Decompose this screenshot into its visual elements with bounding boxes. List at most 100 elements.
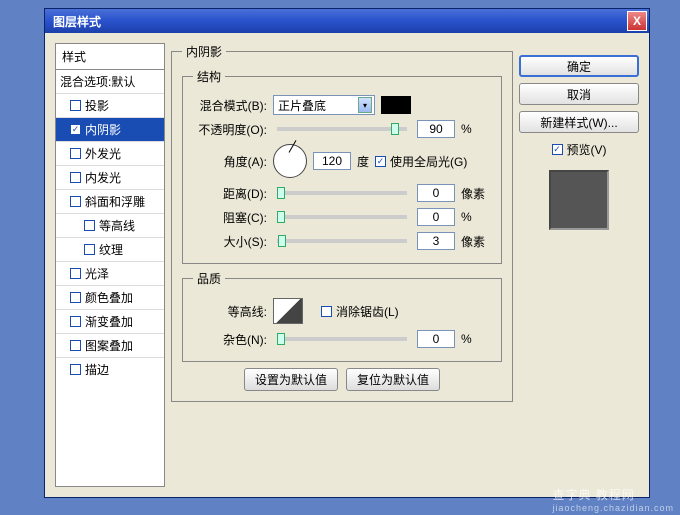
- checkbox-icon: [70, 316, 81, 327]
- noise-slider[interactable]: [277, 337, 407, 341]
- preview-label: 预览(V): [567, 141, 607, 158]
- style-list-label: 颜色叠加: [85, 289, 133, 306]
- checkbox-icon: [70, 268, 81, 279]
- quality-group: 品质 等高线: 消除锯齿(L) 杂色(N):: [182, 270, 502, 362]
- style-list-label: 斜面和浮雕: [85, 193, 145, 210]
- blend-mode-dropdown[interactable]: 正片叠底 ▾: [273, 95, 375, 115]
- checkbox-icon: [70, 148, 81, 159]
- global-light-checkbox[interactable]: 使用全局光(G): [375, 153, 467, 170]
- reset-default-button[interactable]: 复位为默认值: [346, 368, 440, 391]
- contour-label: 等高线:: [193, 303, 267, 320]
- watermark: 查字典 教程网 jiaocheng.chazidian.com: [552, 486, 674, 513]
- checkbox-icon: [375, 156, 386, 167]
- style-list-label: 描边: [85, 361, 109, 378]
- style-list-item[interactable]: 投影: [56, 93, 164, 117]
- structure-group: 结构 混合模式(B): 正片叠底 ▾ 不透明度(O): %: [182, 68, 502, 264]
- style-list-label: 光泽: [85, 265, 109, 282]
- opacity-label: 不透明度(O):: [193, 121, 267, 138]
- size-slider[interactable]: [277, 239, 407, 243]
- style-list-item[interactable]: 等高线: [56, 213, 164, 237]
- checkbox-icon: [321, 306, 332, 317]
- new-style-button[interactable]: 新建样式(W)...: [519, 111, 639, 133]
- style-list-item[interactable]: 纹理: [56, 237, 164, 261]
- style-list-label: 投影: [85, 97, 109, 114]
- style-list-label: 渐变叠加: [85, 313, 133, 330]
- close-button[interactable]: X: [627, 11, 647, 31]
- shadow-color-swatch[interactable]: [381, 96, 411, 114]
- distance-unit: 像素: [461, 185, 491, 202]
- checkbox-icon: [70, 172, 81, 183]
- styles-column: 样式 混合选项:默认投影内阴影外发光内发光斜面和浮雕等高线纹理光泽颜色叠加渐变叠…: [55, 43, 165, 487]
- dialog-body: 样式 混合选项:默认投影内阴影外发光内发光斜面和浮雕等高线纹理光泽颜色叠加渐变叠…: [45, 33, 649, 497]
- checkbox-icon: [84, 244, 95, 255]
- inner-shadow-group: 内阴影 结构 混合模式(B): 正片叠底 ▾ 不透明度(O):: [171, 43, 513, 402]
- preview-checkbox[interactable]: 预览(V): [519, 141, 639, 158]
- style-list-item[interactable]: 内阴影: [56, 117, 164, 141]
- style-list-item[interactable]: 内发光: [56, 165, 164, 189]
- size-unit: 像素: [461, 233, 491, 250]
- ok-button[interactable]: 确定: [519, 55, 639, 77]
- style-list-label: 图案叠加: [85, 337, 133, 354]
- style-list-item[interactable]: 混合选项:默认: [56, 70, 164, 93]
- blend-mode-value: 正片叠底: [278, 97, 326, 114]
- styles-header: 样式: [55, 43, 165, 69]
- distance-input[interactable]: [417, 184, 455, 202]
- quality-legend: 品质: [193, 270, 225, 287]
- choke-label: 阻塞(C):: [193, 209, 267, 226]
- distance-label: 距离(D):: [193, 185, 267, 202]
- style-list-label: 内发光: [85, 169, 121, 186]
- checkbox-icon: [70, 292, 81, 303]
- preview-swatch: [549, 170, 609, 230]
- distance-slider[interactable]: [277, 191, 407, 195]
- titlebar[interactable]: 图层样式 X: [45, 9, 649, 33]
- opacity-unit: %: [461, 122, 491, 136]
- style-list-item[interactable]: 斜面和浮雕: [56, 189, 164, 213]
- set-default-button[interactable]: 设置为默认值: [244, 368, 338, 391]
- inner-shadow-legend: 内阴影: [182, 43, 226, 60]
- options-column: 内阴影 结构 混合模式(B): 正片叠底 ▾ 不透明度(O):: [171, 43, 513, 487]
- style-list-item[interactable]: 描边: [56, 357, 164, 381]
- blend-mode-label: 混合模式(B):: [193, 97, 267, 114]
- angle-unit: 度: [357, 153, 369, 170]
- style-list-label: 混合选项:默认: [60, 73, 135, 90]
- checkbox-icon: [70, 124, 81, 135]
- opacity-slider[interactable]: [277, 127, 407, 131]
- style-list-label: 等高线: [99, 217, 135, 234]
- style-list-label: 纹理: [99, 241, 123, 258]
- choke-unit: %: [461, 210, 491, 224]
- style-list-item[interactable]: 图案叠加: [56, 333, 164, 357]
- style-list-item[interactable]: 光泽: [56, 261, 164, 285]
- antialias-checkbox[interactable]: 消除锯齿(L): [321, 303, 399, 320]
- checkbox-icon: [84, 220, 95, 231]
- choke-slider[interactable]: [277, 215, 407, 219]
- noise-label: 杂色(N):: [193, 331, 267, 348]
- action-column: 确定 取消 新建样式(W)... 预览(V): [519, 43, 639, 487]
- checkbox-icon: [70, 340, 81, 351]
- style-list-label: 内阴影: [85, 121, 121, 138]
- noise-input[interactable]: [417, 330, 455, 348]
- checkbox-icon: [70, 364, 81, 375]
- chevron-down-icon: ▾: [358, 97, 372, 113]
- antialias-label: 消除锯齿(L): [336, 303, 399, 320]
- angle-dial[interactable]: [273, 144, 307, 178]
- cancel-button[interactable]: 取消: [519, 83, 639, 105]
- layer-style-dialog: 图层样式 X 样式 混合选项:默认投影内阴影外发光内发光斜面和浮雕等高线纹理光泽…: [44, 8, 650, 498]
- style-list-item[interactable]: 渐变叠加: [56, 309, 164, 333]
- style-list: 混合选项:默认投影内阴影外发光内发光斜面和浮雕等高线纹理光泽颜色叠加渐变叠加图案…: [55, 69, 165, 487]
- contour-picker[interactable]: [273, 298, 303, 324]
- noise-unit: %: [461, 332, 491, 346]
- size-label: 大小(S):: [193, 233, 267, 250]
- choke-input[interactable]: [417, 208, 455, 226]
- size-input[interactable]: [417, 232, 455, 250]
- style-list-item[interactable]: 外发光: [56, 141, 164, 165]
- angle-label: 角度(A):: [193, 153, 267, 170]
- checkbox-icon: [70, 196, 81, 207]
- structure-legend: 结构: [193, 68, 225, 85]
- checkbox-icon: [70, 100, 81, 111]
- global-light-label: 使用全局光(G): [390, 153, 467, 170]
- close-icon: X: [633, 14, 641, 28]
- style-list-item[interactable]: 颜色叠加: [56, 285, 164, 309]
- opacity-input[interactable]: [417, 120, 455, 138]
- style-list-label: 外发光: [85, 145, 121, 162]
- angle-input[interactable]: [313, 152, 351, 170]
